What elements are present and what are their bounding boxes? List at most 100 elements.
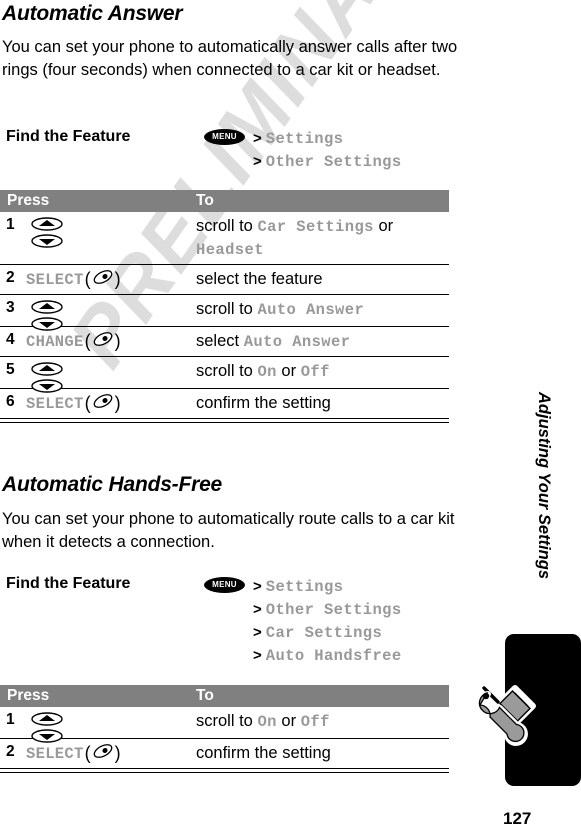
description-text: or bbox=[276, 712, 301, 730]
soft-key-label: SELECT bbox=[26, 270, 84, 289]
description-text: confirm the setting bbox=[196, 394, 331, 412]
path-item-label: Settings bbox=[265, 130, 344, 148]
description-text: confirm the setting bbox=[196, 744, 331, 762]
paren-close: ) bbox=[114, 269, 121, 289]
table-bottom-rule-2 bbox=[0, 771, 449, 773]
path-chevron-icon: > bbox=[253, 624, 262, 641]
table-row: 1 scroll to Car Settings or Headset bbox=[0, 212, 449, 265]
paren-open: ( bbox=[84, 743, 91, 763]
intro-paragraph-automatic-hands-free: You can set your phone to automatically … bbox=[2, 510, 455, 551]
soft-key-ellipse-icon bbox=[92, 392, 114, 415]
table-bottom-rule-1 bbox=[0, 421, 449, 423]
feature-path-row: > Other Settings bbox=[253, 598, 402, 621]
table-row: 4 CHANGE () select Auto Answer bbox=[0, 327, 449, 357]
feature-path-1: > Settings > Other Settings bbox=[253, 127, 402, 173]
path-item-label: Other Settings bbox=[265, 601, 402, 619]
running-head-side-title: Adjusting Your Settings bbox=[535, 392, 553, 580]
menu-item-name: Auto Answer bbox=[243, 333, 351, 351]
step-description: select Auto Answer bbox=[196, 330, 350, 353]
menu-item-name: Auto Answer bbox=[257, 301, 365, 319]
menu-item-name: On bbox=[257, 713, 277, 731]
step-number: 2 bbox=[6, 269, 15, 286]
step-description: confirm the setting bbox=[196, 742, 331, 764]
path-item-label: Auto Handsfree bbox=[265, 647, 402, 665]
paren-close: ) bbox=[114, 743, 121, 763]
feature-path-2: > Settings > Other Settings > Car Settings > Au… bbox=[253, 575, 402, 667]
step-number: 6 bbox=[6, 393, 15, 410]
path-chevron-icon: > bbox=[253, 130, 262, 147]
description-text: select bbox=[196, 332, 244, 350]
paren-close: ) bbox=[114, 393, 121, 413]
table-body-1: 1 scroll to Car Settings or Headset 2 SELECT… bbox=[0, 212, 449, 419]
description-text: scroll to bbox=[196, 712, 258, 730]
menu-key-icon-1: MENU bbox=[204, 129, 245, 145]
description-text: select the feature bbox=[196, 270, 323, 288]
menu-item-name: Off bbox=[300, 363, 330, 381]
manual-page: Automatic Answer You can set your phone … bbox=[0, 0, 581, 837]
page-number: 127 bbox=[503, 809, 532, 828]
soft-key-ellipse-icon bbox=[92, 330, 114, 353]
menu-item-name: Off bbox=[300, 713, 330, 731]
steps-table-2: Press To 1 scroll to On or Off 2 SELECT () c… bbox=[0, 685, 449, 773]
paren-open: ( bbox=[84, 331, 91, 351]
table-row: 2 SELECT () select the feature bbox=[0, 265, 449, 295]
description-text: or bbox=[276, 362, 301, 380]
path-item-label: Other Settings bbox=[265, 153, 402, 171]
table-body-2: 1 scroll to On or Off 2 SELECT () confirm th… bbox=[0, 707, 449, 769]
column-header-to-2: To bbox=[196, 687, 214, 704]
soft-key-select-button[interactable]: SELECT () bbox=[26, 392, 122, 415]
table-row: 5 scroll to On or Off bbox=[0, 357, 449, 393]
step-description: select the feature bbox=[196, 268, 323, 290]
column-header-press-1: Press bbox=[7, 192, 50, 209]
menu-key-icon-2: MENU bbox=[204, 577, 245, 593]
description-text: scroll to bbox=[196, 300, 258, 318]
table-header-row-1: Press To bbox=[0, 190, 449, 212]
soft-key-label: SELECT bbox=[26, 394, 84, 413]
description-text: scroll to bbox=[196, 362, 258, 380]
table-row: 2 SELECT () confirm the setting bbox=[0, 739, 449, 769]
soft-key-ellipse-icon bbox=[92, 268, 114, 291]
table-header-row-2: Press To bbox=[0, 685, 449, 707]
soft-key-select-button[interactable]: SELECT () bbox=[26, 268, 122, 291]
page-title-automatic-hands-free: Automatic Hands-Free bbox=[2, 473, 223, 496]
path-chevron-icon: > bbox=[253, 647, 262, 664]
step-description: scroll to Auto Answer bbox=[196, 298, 364, 321]
feature-path-row: > Car Settings bbox=[253, 621, 402, 644]
paren-open: ( bbox=[84, 269, 91, 289]
step-number: 2 bbox=[6, 743, 15, 760]
table-row: 6 SELECT () confirm the setting bbox=[0, 389, 449, 419]
menu-item-name: On bbox=[257, 363, 277, 381]
soft-key-label: SELECT bbox=[26, 744, 84, 763]
step-number: 1 bbox=[6, 216, 15, 233]
description-text: or bbox=[373, 217, 394, 235]
feature-path-row: > Settings bbox=[253, 127, 402, 150]
column-header-to-1: To bbox=[196, 192, 214, 209]
find-the-feature-label-2: Find the Feature bbox=[6, 575, 131, 592]
menu-item-name: Car Settings bbox=[257, 218, 374, 236]
intro-paragraph-automatic-answer: You can set your phone to automatically … bbox=[2, 38, 458, 79]
soft-key-select-button[interactable]: SELECT () bbox=[26, 742, 122, 765]
table-row: 3 scroll to Auto Answer bbox=[0, 295, 449, 331]
column-header-press-2: Press bbox=[7, 687, 50, 704]
step-description: scroll to On or Off bbox=[196, 710, 330, 733]
menu-item-name: Headset bbox=[196, 241, 264, 259]
scroll-key-icon[interactable] bbox=[30, 216, 64, 255]
path-item-label: Settings bbox=[265, 578, 344, 596]
page-title-automatic-answer: Automatic Answer bbox=[2, 2, 183, 25]
path-chevron-icon: > bbox=[253, 153, 262, 170]
tools-wrench-screwdriver-icon bbox=[471, 678, 547, 759]
feature-path-row: > Other Settings bbox=[253, 150, 402, 173]
paren-open: ( bbox=[84, 393, 91, 413]
step-number: 3 bbox=[6, 299, 15, 316]
feature-path-row: > Auto Handsfree bbox=[253, 644, 402, 667]
path-item-label: Car Settings bbox=[265, 624, 383, 642]
step-description: scroll to Car Settings or Headset bbox=[196, 215, 393, 261]
step-description: confirm the setting bbox=[196, 392, 331, 414]
steps-table-1: Press To 1 scroll to Car Settings or Heads… bbox=[0, 190, 449, 423]
path-chevron-icon: > bbox=[253, 578, 262, 595]
soft-key-label: CHANGE bbox=[26, 332, 84, 351]
paren-close: ) bbox=[114, 331, 121, 351]
path-chevron-icon: > bbox=[253, 601, 262, 618]
step-description: scroll to On or Off bbox=[196, 360, 330, 383]
soft-key-change-button[interactable]: CHANGE () bbox=[26, 330, 122, 353]
